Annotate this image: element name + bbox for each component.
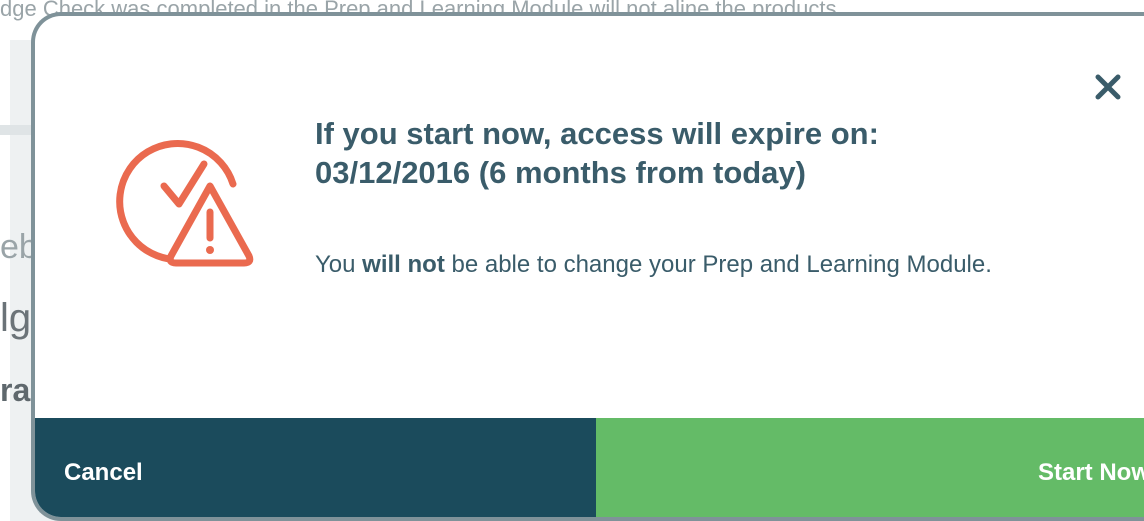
modal-heading: If you start now, access will expire on:… [315, 114, 1095, 192]
modal-body: You will not be able to change your Prep… [315, 248, 1095, 282]
body-emphasis: will not [362, 251, 445, 278]
modal-footer: Cancel Start Now [35, 418, 1144, 517]
expiration-modal: If you start now, access will expire on:… [31, 12, 1144, 521]
heading-line-2: 03/12/2016 (6 months from today) [315, 155, 806, 190]
start-now-button[interactable]: Start Now [596, 418, 1144, 517]
background-fragment: lg [0, 296, 32, 340]
cancel-button[interactable]: Cancel [35, 418, 596, 517]
heading-line-1: If you start now, access will expire on: [315, 116, 879, 151]
body-prefix: You [315, 251, 363, 278]
body-suffix: be able to change your Prep and Learning… [444, 251, 992, 278]
close-icon[interactable] [1093, 72, 1123, 102]
clock-warning-icon [109, 126, 259, 276]
background-fragment: ra [0, 372, 31, 408]
